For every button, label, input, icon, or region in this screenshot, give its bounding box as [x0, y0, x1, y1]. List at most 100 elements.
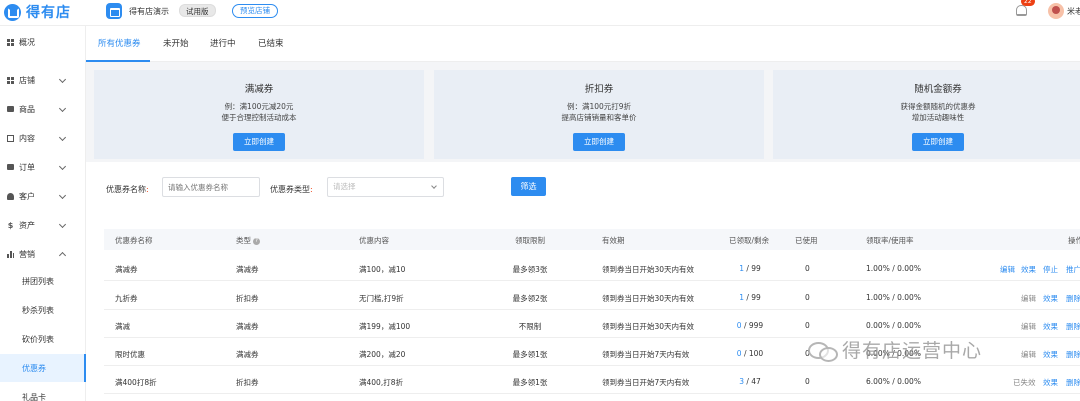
cell-type: 折扣券	[236, 378, 259, 387]
chevron-down-icon	[58, 133, 67, 142]
create-discount-button[interactable]: 立即创建	[573, 133, 625, 151]
trial-badge: 试用版	[179, 4, 216, 17]
action-2-button[interactable]: 停止	[1043, 264, 1058, 275]
coupon-type-card-discount: 折扣券 例：满100元打9折 提高店铺销量和客单价 立即创建	[434, 70, 764, 159]
sidebar-sub-flash-sale[interactable]: 秒杀列表	[0, 296, 86, 324]
cell-limit: 最多领1张	[512, 378, 548, 387]
sidebar-item-label: 概况	[19, 37, 35, 47]
card-desc: 提高店铺销量和客单价	[561, 113, 637, 122]
sidebar-sub-gift-card[interactable]: 礼品卡	[0, 383, 86, 401]
sidebar-item-marketing[interactable]: 营销	[0, 240, 86, 268]
filter-button[interactable]: 筛选	[511, 177, 546, 196]
th-limit: 领取限制	[515, 236, 545, 245]
cell-used: 0	[805, 321, 810, 330]
active-tab-indicator	[86, 60, 150, 62]
remaining-count: / 47	[743, 377, 761, 386]
row-divider	[104, 393, 1080, 394]
user-name[interactable]: 米老	[1067, 6, 1080, 17]
sidebar-sub-group-buy[interactable]: 拼团列表	[0, 267, 86, 295]
action-2-button[interactable]: 删除	[1066, 293, 1080, 304]
shop-name[interactable]: 得有店演示	[129, 6, 169, 17]
cell-rate: 0.00% / 0.00%	[866, 321, 921, 330]
sidebar-item-customers[interactable]: 客户	[0, 182, 86, 210]
card-desc: 增加活动趣味性	[911, 113, 965, 122]
cell-name: 九折券	[115, 294, 138, 303]
bell-icon[interactable]	[1016, 5, 1027, 16]
cell-type: 满减券	[236, 350, 259, 359]
cell-content: 满100，减10	[359, 265, 406, 274]
asset-icon: $	[7, 220, 14, 230]
chevron-down-icon	[58, 220, 67, 229]
action-1-button[interactable]: 效果	[1043, 349, 1058, 360]
logo-icon	[4, 3, 21, 21]
select-placeholder: 请选择	[333, 182, 356, 191]
sidebar-item-label: 资产	[19, 220, 35, 230]
action-1-button[interactable]: 效果	[1043, 377, 1058, 388]
cell-name: 满减	[115, 322, 130, 331]
cell-rate: 6.00% / 0.00%	[866, 377, 921, 386]
sidebar-sub-coupon[interactable]: 优惠券	[0, 354, 86, 382]
cell-validity: 领到券当日开始30天内有效	[602, 265, 695, 274]
cell-received-remaining: 0 / 100	[737, 349, 763, 358]
sidebar-item-orders[interactable]: 订单	[0, 153, 86, 181]
coupon-type-card-random: 随机金额券 获得金额随机的优惠券 增加活动趣味性 立即创建	[773, 70, 1080, 159]
preview-store-button[interactable]: 预览店铺	[232, 4, 278, 18]
remaining-count: / 99	[743, 264, 761, 273]
tab-in-progress[interactable]: 进行中	[210, 26, 236, 62]
action-0-button[interactable]: 编辑	[1000, 264, 1015, 275]
coupon-name-input[interactable]	[162, 177, 260, 197]
row-divider	[104, 280, 1080, 281]
marketing-icon	[7, 250, 14, 258]
card-title: 折扣券	[584, 84, 614, 95]
cell-limit: 最多领3张	[512, 265, 548, 274]
action-1-button[interactable]: 效果	[1043, 321, 1058, 332]
sidebar-item-content[interactable]: 内容	[0, 124, 86, 152]
avatar[interactable]	[1048, 3, 1064, 19]
create-full-reduction-button[interactable]: 立即创建	[233, 133, 285, 151]
coupon-type-select[interactable]: 请选择	[327, 177, 444, 197]
action-3-button[interactable]: 推广	[1066, 264, 1080, 275]
action-1-button[interactable]: 效果	[1043, 293, 1058, 304]
cell-limit: 最多领2张	[512, 294, 548, 303]
card-desc: 例：满100元减20元	[224, 102, 294, 111]
chevron-down-icon	[58, 162, 67, 171]
cell-validity: 领到券当日开始30天内有效	[602, 322, 695, 331]
chevron-down-icon	[58, 75, 67, 84]
watermark: 得有店运营中心	[808, 336, 982, 363]
sidebar-sub-bargain[interactable]: 砍价列表	[0, 325, 86, 353]
notification-badge: 22	[1021, 0, 1035, 6]
th-rate: 领取率/使用率	[866, 236, 914, 245]
th-content: 优惠内容	[359, 236, 389, 245]
sidebar-item-assets[interactable]: $ 资产	[0, 211, 86, 239]
sidebar-item-goods[interactable]: 商品	[0, 95, 86, 123]
help-icon[interactable]: ?	[253, 237, 260, 245]
cell-used: 0	[805, 293, 810, 302]
coupon-type-card-full-reduction: 满减券 例：满100元减20元 便于合理控制活动成本 立即创建	[94, 70, 424, 159]
th-type: 类型?	[236, 235, 260, 246]
action-2-button[interactable]: 删除	[1066, 349, 1080, 360]
th-actions: 操作	[1068, 236, 1080, 245]
sidebar-item-overview[interactable]: 概况	[0, 28, 86, 56]
cell-validity: 领到券当日开始7天内有效	[602, 378, 690, 387]
card-desc: 获得金额随机的优惠券	[900, 102, 976, 111]
cell-used: 0	[805, 264, 810, 273]
watermark-text: 得有店运营中心	[842, 340, 983, 362]
tab-ended[interactable]: 已结束	[258, 26, 284, 62]
sidebar-item-store[interactable]: 店铺	[0, 66, 86, 94]
logo[interactable]: 得有店	[4, 2, 71, 22]
tab-all-coupons[interactable]: 所有优惠券	[98, 26, 141, 62]
create-random-button[interactable]: 立即创建	[912, 133, 964, 151]
cell-validity: 领到券当日开始7天内有效	[602, 350, 690, 359]
action-2-button[interactable]: 删除	[1066, 321, 1080, 332]
shop-icon	[106, 3, 122, 19]
action-1-button[interactable]: 效果	[1021, 264, 1036, 275]
th-name: 优惠券名称	[115, 236, 153, 245]
filter-bar: 优惠券名称: 优惠券类型: 请选择	[86, 162, 1080, 214]
tab-not-started[interactable]: 未开始	[163, 26, 189, 62]
action-0-button: 已失效	[1013, 378, 1036, 387]
card-title: 满减券	[244, 84, 274, 95]
row-divider	[104, 309, 1080, 310]
action-2-button[interactable]: 删除	[1066, 377, 1080, 388]
action-0-button: 编辑	[1021, 322, 1036, 331]
cell-name: 满减券	[115, 265, 138, 274]
